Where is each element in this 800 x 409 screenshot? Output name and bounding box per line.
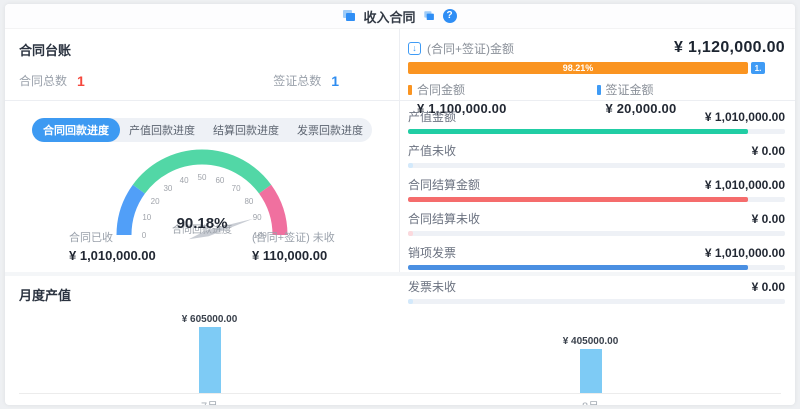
metric-bar-track (408, 163, 785, 168)
metric-bar-track (408, 231, 785, 236)
main-area: 合同台账 合同总数 1 签证总数 1 合同回款进度产值回款进度结算回款进度发票回… (5, 29, 795, 272)
metric-bar-track (408, 265, 785, 270)
contract-total-value[interactable]: 1 (77, 73, 85, 89)
gauge-tick-20: 20 (151, 197, 160, 206)
tab-progress-2[interactable]: 结算回款进度 (204, 118, 288, 142)
gauge-tick-40: 40 (180, 176, 189, 185)
metric-bar-track (408, 197, 785, 202)
ledger-stats-row: 合同总数 1 签证总数 1 (19, 72, 385, 89)
monthly-bar-slot-0: ¥ 605000.00 (19, 306, 400, 393)
metric-value: ¥ 0.00 (752, 280, 785, 294)
unreceived-value: ¥ 110,000.00 (252, 248, 335, 263)
tab-progress-3[interactable]: 发票回款进度 (288, 118, 372, 142)
metric-row-5: 发票未收 ¥ 0.00 (408, 278, 785, 304)
monthly-axis-labels: 7月8月 (19, 394, 781, 405)
metric-bar-fill (408, 231, 413, 236)
metric-row-3: 合同结算未收 ¥ 0.00 (408, 210, 785, 236)
visa-total-stat: 签证总数 1 (273, 72, 339, 89)
metric-label: 销项发票 (408, 244, 456, 261)
metric-bar-fill (408, 163, 413, 168)
summary-header-row: ↓ (合同+签证)金额 ¥ 1,120,000.00 (408, 39, 785, 57)
page-header: 收入合同 ? (5, 4, 795, 29)
gauge-tick-50: 50 (198, 173, 207, 182)
metric-value: ¥ 1,010,000.00 (705, 246, 785, 260)
monthly-bar-value-label: ¥ 405000.00 (563, 336, 619, 347)
monthly-bar-value-label: ¥ 605000.00 (182, 314, 238, 325)
metric-bar-fill (408, 197, 748, 202)
monthly-bar[interactable] (580, 349, 602, 393)
received-value: ¥ 1,010,000.00 (69, 248, 156, 263)
switch-view-icon[interactable] (424, 11, 434, 21)
monthly-bar-chart: ¥ 605000.00 ¥ 405000.00 (19, 306, 781, 394)
metric-bar-track (408, 129, 785, 134)
amount-summary-section: ↓ (合同+签证)金额 ¥ 1,120,000.00 98.21% 1. 合同金… (400, 29, 795, 101)
contract-legend-marker (408, 85, 412, 95)
monthly-axis-label-0: 7月 (19, 398, 400, 405)
metric-row-4: 销项发票 ¥ 1,010,000.00 (408, 244, 785, 270)
help-icon[interactable]: ? (443, 9, 457, 23)
metric-label: 产值金额 (408, 108, 456, 125)
contract-legend-label: 合同金额 (417, 81, 465, 98)
ledger-title: 合同台账 (19, 40, 385, 59)
metric-value: ¥ 0.00 (752, 212, 785, 226)
gauge-tick-30: 30 (163, 184, 172, 193)
page-title: 收入合同 (363, 7, 415, 26)
visa-total-label: 签证总数 (273, 72, 321, 89)
tab-progress-1[interactable]: 产值回款进度 (120, 118, 204, 142)
metric-label: 发票未收 (408, 278, 456, 295)
metric-label: 产值未收 (408, 142, 456, 159)
progress-gauge-section: 合同回款进度产值回款进度结算回款进度发票回款进度 010203040506070… (5, 101, 399, 271)
received-stat: 合同已收 ¥ 1,010,000.00 (69, 229, 156, 263)
contract-amount-bar[interactable]: 98.21% (408, 62, 748, 74)
unreceived-stat: (合同+签证) 未收 ¥ 110,000.00 (252, 229, 335, 263)
metric-value: ¥ 1,010,000.00 (705, 110, 785, 124)
monthly-bar-slot-1: ¥ 405000.00 (400, 306, 781, 393)
metrics-list: 产值金额 ¥ 1,010,000.00 产值未收 ¥ 0.00 合同结算金额 ¥… (400, 101, 795, 304)
contract-total-label: 合同总数 (19, 72, 67, 89)
gauge-percent-value: 90.18% (5, 215, 399, 232)
gauge-tick-70: 70 (232, 184, 241, 193)
right-panel: ↓ (合同+签证)金额 ¥ 1,120,000.00 98.21% 1. 合同金… (400, 29, 795, 272)
visa-total-value[interactable]: 1 (331, 73, 339, 89)
received-label: 合同已收 (69, 229, 156, 245)
unreceived-label: (合同+签证) 未收 (252, 229, 335, 245)
document-icon: ↓ (408, 42, 421, 55)
summary-label: (合同+签证)金额 (427, 40, 514, 57)
left-panel: 合同台账 合同总数 1 签证总数 1 合同回款进度产值回款进度结算回款进度发票回… (5, 29, 400, 272)
contract-ledger-section: 合同台账 合同总数 1 签证总数 1 (5, 29, 399, 101)
tab-progress-0[interactable]: 合同回款进度 (32, 118, 120, 142)
gauge-tick-80: 80 (244, 197, 253, 206)
metric-label: 合同结算金额 (408, 176, 480, 193)
summary-total-value: ¥ 1,120,000.00 (674, 39, 785, 57)
metric-row-2: 合同结算金额 ¥ 1,010,000.00 (408, 176, 785, 202)
contract-total-stat: 合同总数 1 (19, 72, 85, 89)
metric-label: 合同结算未收 (408, 210, 480, 227)
dashboard-card: 收入合同 ? 合同台账 合同总数 1 签证总数 1 (5, 4, 795, 405)
metric-bar-track (408, 299, 785, 304)
metric-row-1: 产值未收 ¥ 0.00 (408, 142, 785, 168)
visa-amount-bar[interactable]: 1. (751, 62, 765, 74)
amount-stacked-bar: 98.21% 1. (408, 62, 765, 74)
contract-percent-label: 98.21% (563, 63, 594, 73)
metric-bar-fill (408, 299, 413, 304)
contract-folder-icon (343, 10, 356, 22)
metric-bar-fill (408, 265, 748, 270)
metric-bar-fill (408, 129, 748, 134)
gauge-tick-60: 60 (215, 176, 224, 185)
visa-legend-label: 签证金额 (606, 81, 654, 98)
monthly-axis-label-1: 8月 (400, 398, 781, 405)
monthly-bar[interactable] (199, 327, 221, 393)
metric-value: ¥ 1,010,000.00 (705, 178, 785, 192)
metric-value: ¥ 0.00 (752, 144, 785, 158)
progress-tabs: 合同回款进度产值回款进度结算回款进度发票回款进度 (32, 118, 372, 142)
visa-legend-marker (597, 85, 601, 95)
